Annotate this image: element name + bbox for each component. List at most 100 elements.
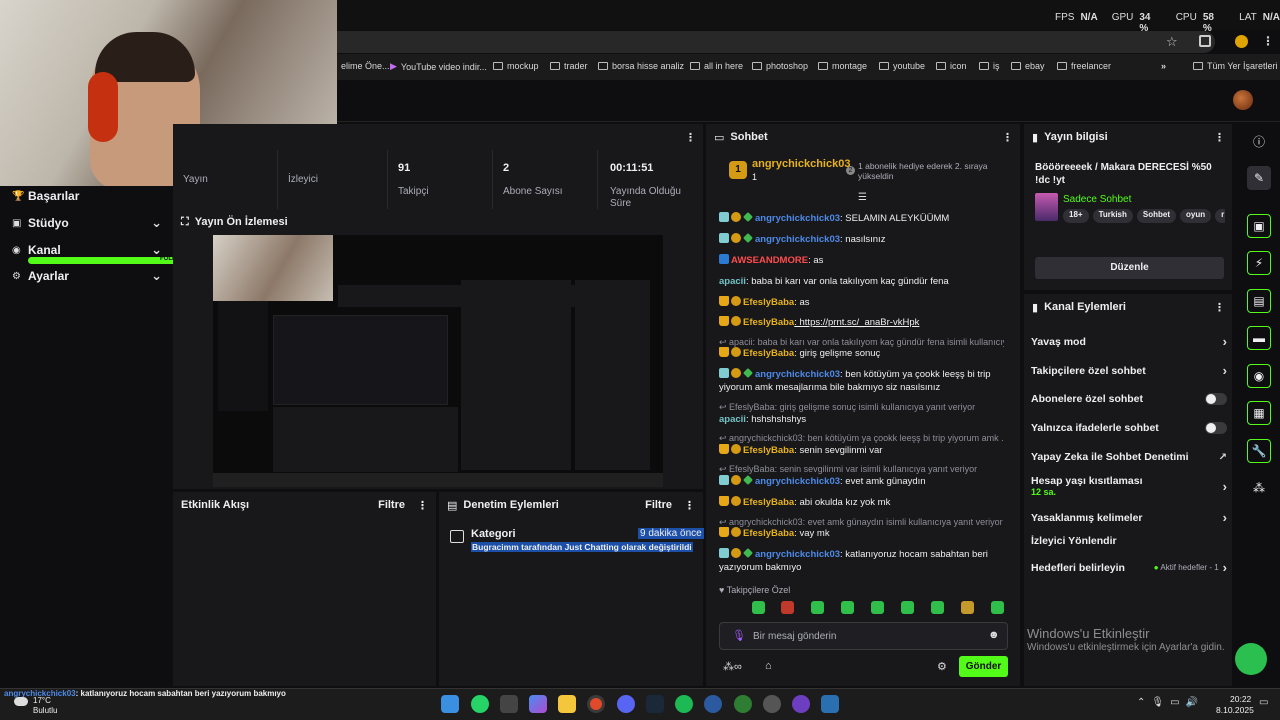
chat-bubble-icon[interactable]: ▬ xyxy=(1247,326,1271,350)
bookmark-10[interactable]: iş xyxy=(979,61,1000,71)
chat-username[interactable]: EfeslyBaba xyxy=(743,445,794,456)
bookmark-7[interactable]: montage xyxy=(818,61,867,71)
emote-icon[interactable] xyxy=(841,601,854,614)
bookmark-12[interactable]: freelancer xyxy=(1057,61,1111,71)
bookmark-1[interactable]: ▶ YouTube video indir... xyxy=(390,61,487,72)
discord-icon[interactable] xyxy=(617,695,635,713)
browser-menu-icon[interactable]: ⋮ xyxy=(1262,34,1274,48)
chat-username[interactable]: angrychickchick03 xyxy=(755,476,840,487)
emote-icon[interactable] xyxy=(811,601,824,614)
layout-icon[interactable]: ▦ xyxy=(1247,401,1271,425)
document-icon[interactable]: ▤ xyxy=(1247,289,1271,313)
toggle-switch[interactable] xyxy=(1205,422,1227,434)
edit-icon[interactable]: ✎ xyxy=(1247,166,1271,190)
steam-icon[interactable] xyxy=(646,695,664,713)
tag[interactable]: 18+ xyxy=(1063,209,1089,223)
sidebar-item-achievements[interactable]: 🏆 Başarılar xyxy=(12,189,162,203)
action-emotes-only[interactable]: Yalnızca ifadelerle sohbet xyxy=(1031,422,1227,434)
profile-icon[interactable] xyxy=(1235,35,1248,48)
category-name[interactable]: Sadece Sohbet xyxy=(1063,194,1131,205)
clock-time[interactable]: 20:22 xyxy=(1230,694,1251,704)
bookmark-4[interactable]: borsa hisse analiz xyxy=(598,61,684,71)
emote-icon[interactable] xyxy=(991,601,1004,614)
chat-settings-icon[interactable]: ⚙ xyxy=(937,660,947,673)
bookmark-8[interactable]: youtube xyxy=(879,61,925,71)
tag[interactable]: Sohbet xyxy=(1136,209,1176,223)
chat-username[interactable]: AWSEANDMORE xyxy=(731,255,808,266)
more-options-icon[interactable]: ⋮ xyxy=(685,131,696,144)
address-bar[interactable] xyxy=(300,31,1215,53)
emote-icon[interactable] xyxy=(781,601,794,614)
chat-username[interactable]: angrychickchick03 xyxy=(755,234,840,245)
edit-stream-button[interactable]: Düzenle xyxy=(1035,257,1224,279)
emoji-icon[interactable]: ☻ xyxy=(988,629,1000,641)
chat-username[interactable]: apacii xyxy=(719,276,746,287)
action-followers-only[interactable]: Takipçilere özel sohbet › xyxy=(1031,363,1227,378)
microphone-icon[interactable]: 🎙 xyxy=(732,629,746,642)
action-account-age[interactable]: Hesap yaşı kısıtlaması 12 sa. › xyxy=(1031,475,1227,497)
chat-username[interactable]: apacii xyxy=(719,414,746,425)
notification-icon[interactable]: ▭ xyxy=(1259,697,1268,708)
chat-username[interactable]: EfeslyBaba xyxy=(743,497,794,508)
action-subscribers-only[interactable]: Abonelere özel sohbet xyxy=(1031,393,1227,405)
activity-filter-button[interactable]: Filtre xyxy=(378,499,405,511)
action-ai-moderation[interactable]: Yapay Zeka ile Sohbet Denetimi ↗ xyxy=(1031,451,1227,463)
bookmark-5[interactable]: all in here xyxy=(690,61,743,71)
more-options-icon[interactable]: ⋮ xyxy=(1002,131,1013,144)
taskview-icon[interactable] xyxy=(500,695,518,713)
emote-icon[interactable] xyxy=(961,601,974,614)
moderation-filter-button[interactable]: Filtre xyxy=(645,499,672,511)
emote-icon[interactable] xyxy=(871,601,884,614)
action-raid[interactable]: İzleyici Yönlendir xyxy=(1031,535,1227,547)
emote-icon[interactable] xyxy=(931,601,944,614)
emote-icon[interactable] xyxy=(901,601,914,614)
tag[interactable]: Turkish xyxy=(1092,209,1133,223)
chat-input[interactable]: 🎙 Bir mesaj gönderin ☻ xyxy=(719,622,1008,650)
app-icon[interactable] xyxy=(821,695,839,713)
action-banned-words[interactable]: Yasaklanmış kelimeler › xyxy=(1031,510,1227,525)
info-icon[interactable]: ⓘ xyxy=(1247,129,1271,153)
sidebar-item-settings[interactable]: ⚙ Ayarlar ⌄ xyxy=(12,268,162,284)
expand-pinned-icon[interactable]: ☰ xyxy=(858,192,867,203)
chat-username[interactable]: angrychickchick03 xyxy=(755,549,840,560)
start-icon[interactable] xyxy=(441,695,459,713)
app-icon[interactable] xyxy=(704,695,722,713)
chat-username[interactable]: angrychickchick03 xyxy=(755,369,840,380)
action-slow-mode[interactable]: Yavaş mod › xyxy=(1031,334,1227,349)
support-chat-button[interactable] xyxy=(1235,643,1267,675)
tray-icons[interactable]: ⌃🎙▭🔊 xyxy=(1137,697,1204,708)
sidebar-item-studio[interactable]: ▣ Stüdyo ⌄ xyxy=(12,215,162,231)
more-options-icon[interactable]: ⋮ xyxy=(1214,301,1225,314)
extensions-icon[interactable]: ⁂ xyxy=(1247,476,1271,500)
chat-username[interactable]: EfeslyBaba xyxy=(743,297,794,308)
app-icon[interactable] xyxy=(792,695,810,713)
bookmark-11[interactable]: ebay xyxy=(1011,61,1045,71)
chat-username[interactable]: EfeslyBaba xyxy=(743,348,794,359)
action-goals[interactable]: Hedefleri belirleyin ● Aktif hedefler - 1… xyxy=(1031,560,1227,575)
more-options-icon[interactable]: ⋮ xyxy=(417,499,428,512)
bookmark-6[interactable]: photoshop xyxy=(752,61,808,71)
bookmark-2[interactable]: mockup xyxy=(493,61,539,71)
stream-preview[interactable] xyxy=(213,235,663,487)
bookmark-0[interactable]: elime Öne... xyxy=(341,61,390,71)
sidebar-item-channel[interactable]: ◉ Kanal ⌄ xyxy=(12,242,162,258)
tag[interactable]: oyun xyxy=(1180,209,1212,223)
send-button[interactable]: Gönder xyxy=(959,656,1008,677)
tag[interactable]: r xyxy=(1215,209,1225,223)
broadcast-icon[interactable]: ◉ xyxy=(1247,364,1271,388)
extensions-icon[interactable] xyxy=(1199,35,1211,47)
wrench-icon[interactable]: 🔧 xyxy=(1247,439,1271,463)
user-avatar[interactable] xyxy=(1233,90,1253,110)
bookmark-9[interactable]: icon xyxy=(936,61,967,71)
emote-icon[interactable] xyxy=(752,601,765,614)
app-icon[interactable] xyxy=(763,695,781,713)
store-icon[interactable]: ⌂ xyxy=(765,660,772,672)
chat-username[interactable]: EfeslyBaba xyxy=(743,528,794,539)
more-options-icon[interactable]: ⋮ xyxy=(1214,131,1225,144)
chat-username[interactable]: EfeslyBaba xyxy=(743,317,794,328)
toggle-switch[interactable] xyxy=(1205,393,1227,405)
bookmark-star-icon[interactable]: ☆ xyxy=(1166,34,1178,50)
app-icon[interactable] xyxy=(734,695,752,713)
clock-date[interactable]: 8.10.2025 xyxy=(1216,705,1254,715)
file-explorer-icon[interactable] xyxy=(558,695,576,713)
